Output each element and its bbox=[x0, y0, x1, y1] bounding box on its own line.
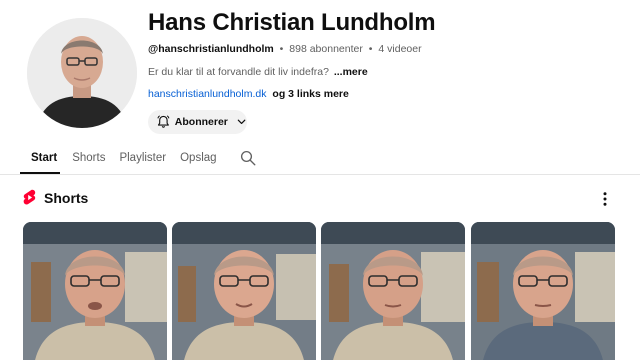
more-links-button[interactable]: og 3 links mere bbox=[272, 88, 348, 100]
channel-handle: @hanschristianlundholm bbox=[148, 43, 274, 55]
video-count: 4 videoer bbox=[378, 43, 422, 55]
description-text: Er du klar til at forvandle dit liv inde… bbox=[148, 66, 329, 78]
tab-playlists[interactable]: Playlister bbox=[119, 144, 166, 174]
short-thumbnail-image bbox=[23, 222, 167, 360]
website-link[interactable]: hanschristianlundholm.dk bbox=[148, 88, 266, 100]
tab-posts[interactable]: Opslag bbox=[180, 144, 216, 174]
channel-tabs: Start Shorts Playlister Opslag bbox=[20, 144, 257, 174]
shorts-logo-icon bbox=[23, 189, 36, 205]
subscribed-label: Abonnerer bbox=[174, 116, 228, 128]
chevron-down-icon bbox=[237, 119, 246, 124]
tab-shorts[interactable]: Shorts bbox=[72, 144, 105, 174]
more-vert-icon[interactable] bbox=[596, 190, 614, 208]
shorts-section-header: Shorts bbox=[23, 189, 88, 206]
description-more-link[interactable]: ...mere bbox=[334, 66, 368, 78]
tab-start[interactable]: Start bbox=[20, 144, 61, 174]
tabs-divider bbox=[0, 174, 640, 175]
short-thumbnail-4[interactable] bbox=[471, 222, 615, 360]
short-thumbnail-image bbox=[172, 222, 316, 360]
short-thumbnail-image bbox=[471, 222, 615, 360]
channel-description[interactable]: Er du klar til at forvandle dit liv inde… bbox=[148, 66, 368, 78]
subscriber-count: 898 abonnenter bbox=[289, 43, 363, 55]
meta-separator: • bbox=[368, 43, 373, 55]
short-thumbnail-image bbox=[321, 222, 465, 360]
short-thumbnail-3[interactable] bbox=[321, 222, 465, 360]
meta-separator: • bbox=[279, 43, 284, 55]
short-thumbnail-1[interactable] bbox=[23, 222, 167, 360]
search-icon[interactable] bbox=[239, 149, 257, 167]
channel-meta: @hanschristianlundholm • 898 abonnenter … bbox=[148, 43, 422, 55]
channel-links: hanschristianlundholm.dk og 3 links mere bbox=[148, 88, 349, 100]
short-thumbnail-2[interactable] bbox=[172, 222, 316, 360]
subscribed-button[interactable]: Abonnerer bbox=[148, 110, 247, 134]
channel-avatar[interactable] bbox=[27, 18, 137, 128]
channel-name: Hans Christian Lundholm bbox=[148, 9, 436, 36]
bell-icon bbox=[157, 115, 170, 128]
shorts-section-title: Shorts bbox=[44, 189, 89, 206]
